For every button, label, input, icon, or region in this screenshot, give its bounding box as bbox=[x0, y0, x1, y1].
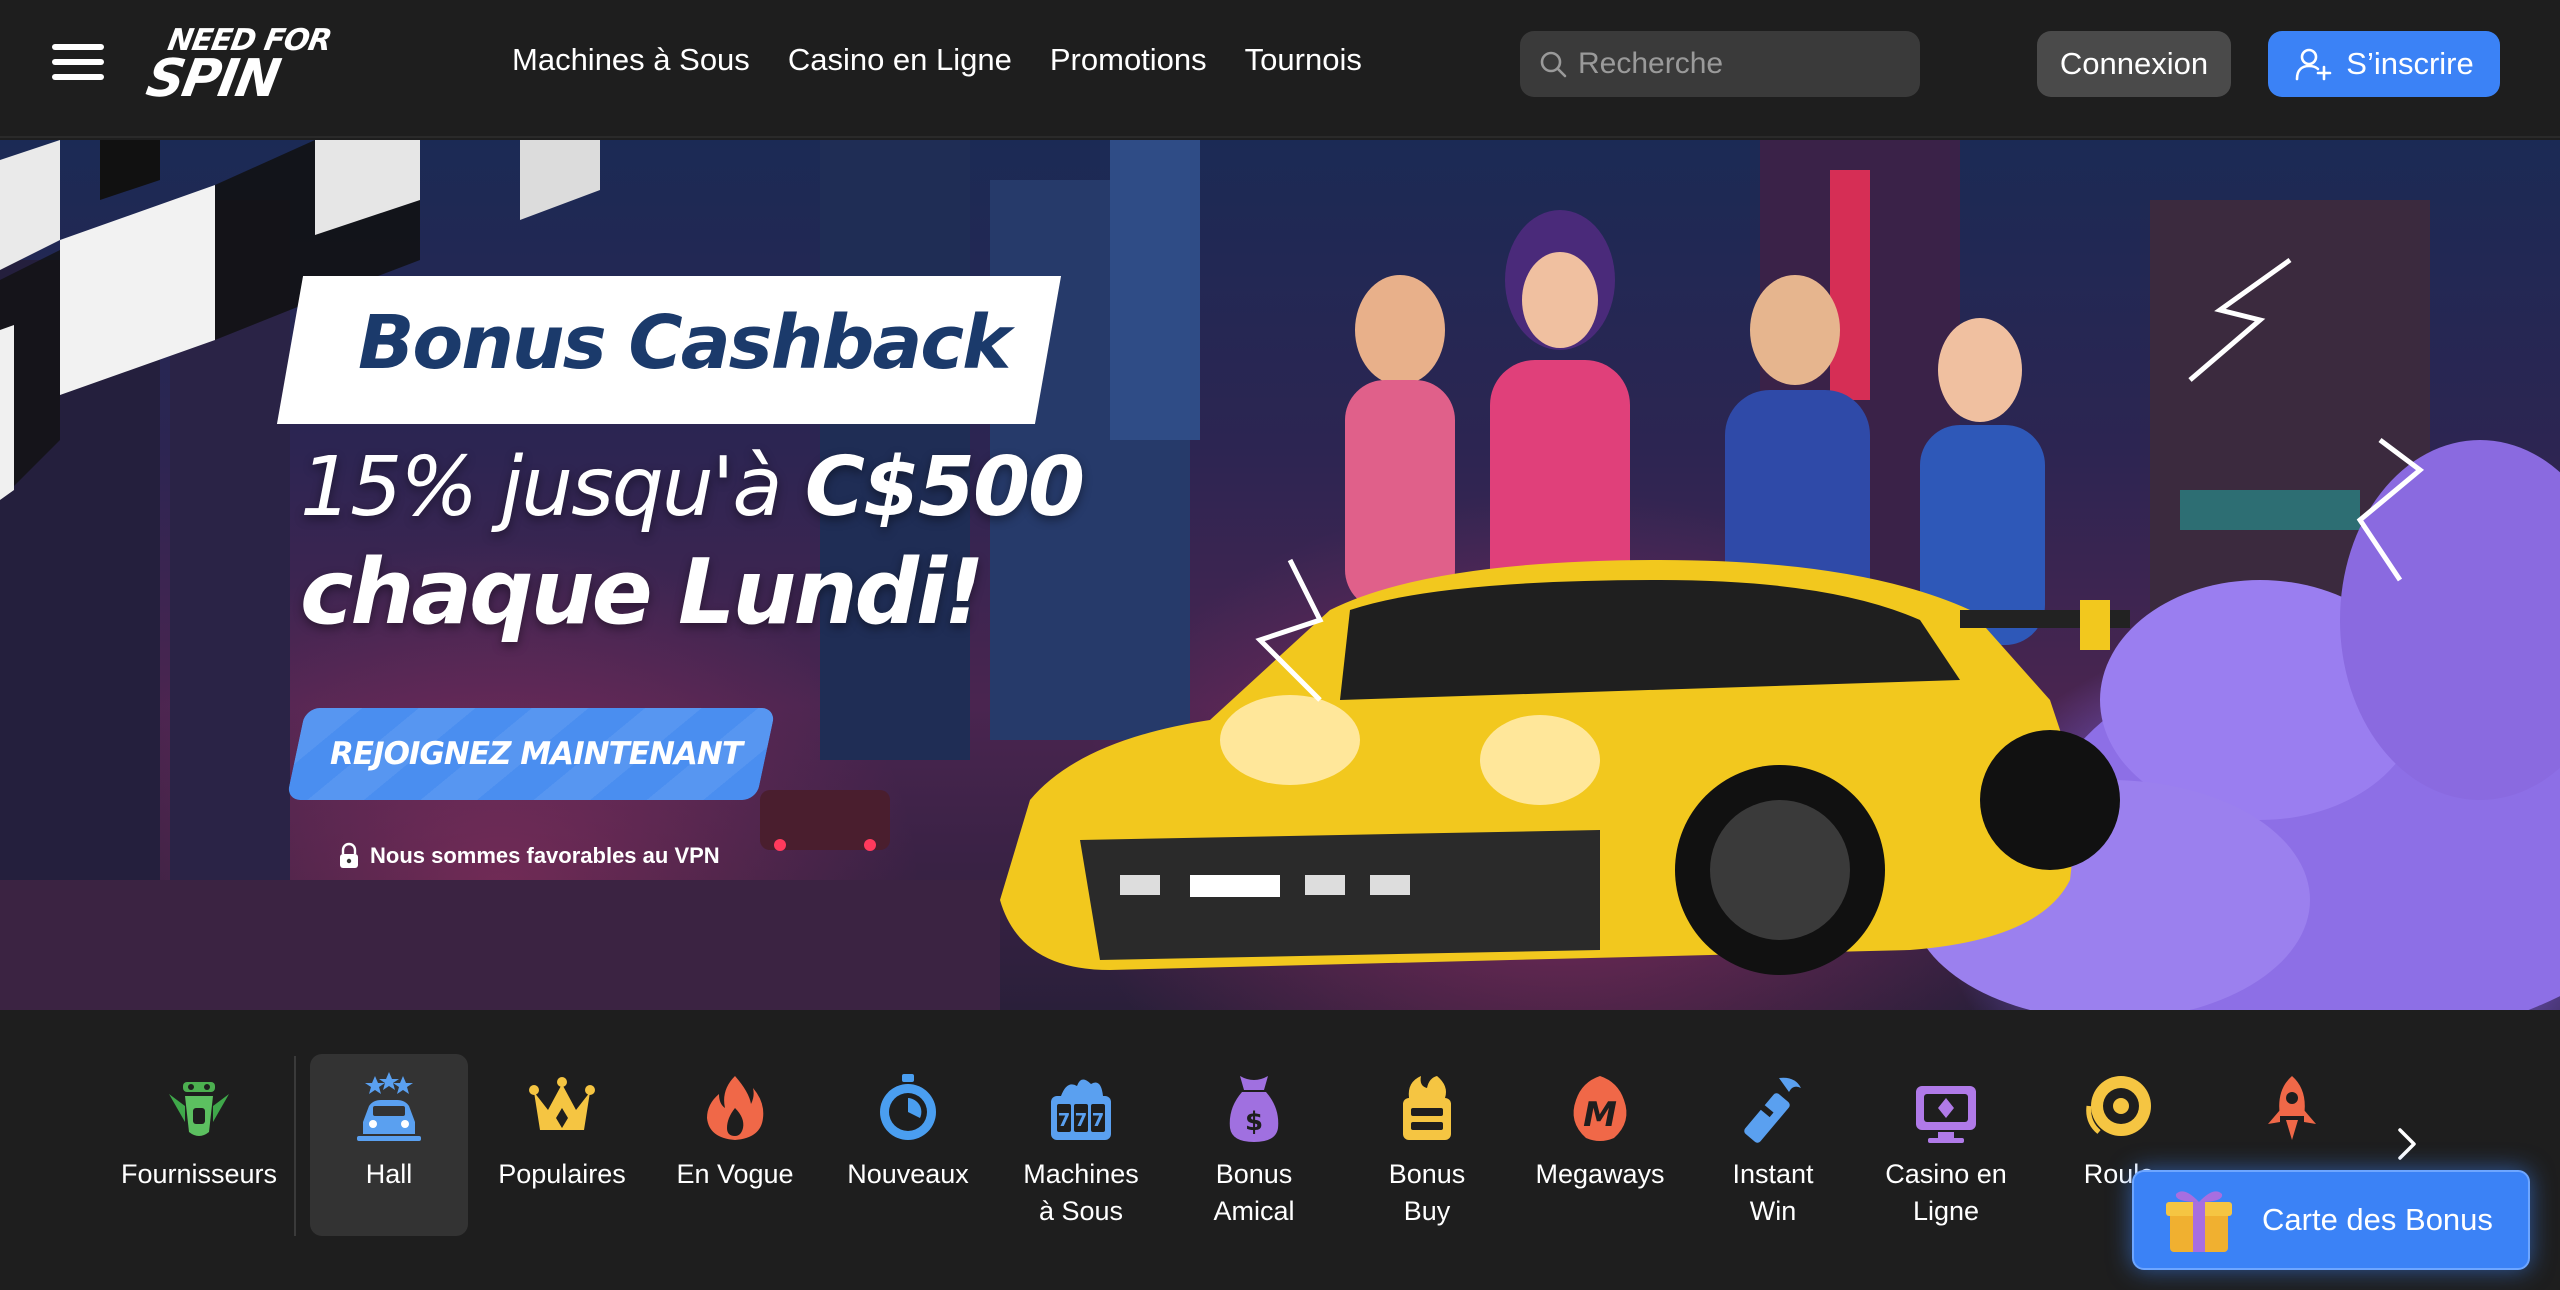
category-label: Machines à Sous bbox=[1023, 1159, 1139, 1226]
search-icon bbox=[1540, 51, 1567, 78]
category-instant-win[interactable]: Instant Win bbox=[1694, 1054, 1852, 1236]
add-user-icon bbox=[2295, 48, 2332, 81]
category-friendly-bonus[interactable]: $ Bonus Amical bbox=[1175, 1054, 1333, 1236]
category-label: Bonus Amical bbox=[1213, 1159, 1295, 1226]
stopwatch-icon bbox=[880, 1074, 936, 1140]
svg-text:$: $ bbox=[1245, 1107, 1263, 1137]
site-logo[interactable]: NEED FOR SPIN bbox=[142, 23, 356, 109]
category-label: Megaways bbox=[1535, 1159, 1665, 1189]
crown-icon bbox=[529, 1077, 595, 1130]
main-nav: Machines à Sous Casino en Ligne Promotio… bbox=[512, 42, 1362, 78]
search-box[interactable] bbox=[1520, 31, 1920, 97]
nav-link-slots[interactable]: Machines à Sous bbox=[512, 42, 750, 78]
hero-banner[interactable]: Bonus Cashback 15% jusqu'à C$500 chaque … bbox=[0, 140, 2560, 1010]
hall-car-icon bbox=[357, 1072, 421, 1141]
signup-label: S’inscrire bbox=[2346, 46, 2474, 81]
category-label: Casino en Ligne bbox=[1885, 1159, 2007, 1226]
hero-offer-percent: 15% jusqu'à bbox=[300, 440, 805, 535]
bonus-map-label: Carte des Bonus bbox=[2262, 1202, 2493, 1237]
slots-777-icon: 7 7 7 bbox=[1051, 1079, 1111, 1140]
search-input[interactable] bbox=[1578, 47, 1898, 81]
category-label: Nouveaux bbox=[847, 1159, 969, 1189]
gift-icon bbox=[2166, 1191, 2232, 1252]
vpn-note: Nous sommes favorables au VPN bbox=[338, 842, 720, 870]
category-label: Instant Win bbox=[1732, 1159, 1814, 1226]
providers-icon bbox=[169, 1082, 229, 1136]
login-button[interactable]: Connexion bbox=[2037, 31, 2231, 97]
logo-text-bottom: SPIN bbox=[142, 49, 284, 109]
roulette-wheel-icon bbox=[2086, 1076, 2151, 1136]
category-providers[interactable]: Fournisseurs bbox=[120, 1054, 278, 1236]
category-label: Hall bbox=[365, 1159, 413, 1189]
svg-text:M: M bbox=[1583, 1095, 1617, 1135]
category-label: Populaires bbox=[498, 1159, 626, 1189]
bonus-buy-icon bbox=[1403, 1076, 1451, 1140]
nav-link-tournaments[interactable]: Tournois bbox=[1245, 42, 1362, 78]
signup-button[interactable]: S’inscrire bbox=[2268, 31, 2500, 97]
category-bar: Fournisseurs Hall Populaires En Vogue No… bbox=[0, 1010, 2560, 1290]
category-label: Bonus Buy bbox=[1388, 1159, 1466, 1226]
category-bonus-buy[interactable]: Bonus Buy bbox=[1348, 1054, 1506, 1236]
bonus-bag-icon: $ bbox=[1229, 1076, 1279, 1142]
svg-text:7: 7 bbox=[1058, 1110, 1071, 1131]
join-now-button[interactable] bbox=[286, 708, 776, 800]
vpn-note-text: Nous sommes favorables au VPN bbox=[370, 843, 720, 868]
live-casino-icon bbox=[1916, 1086, 1976, 1143]
nav-link-online-casino[interactable]: Casino en Ligne bbox=[788, 42, 1012, 78]
sports-car-characters-illustration bbox=[1000, 210, 2560, 1010]
vpn-lock-icon bbox=[340, 842, 358, 868]
bonus-map-button[interactable]: Carte des Bonus bbox=[2132, 1170, 2530, 1270]
svg-text:7: 7 bbox=[1075, 1110, 1088, 1131]
site-header: NEED FOR SPIN Machines à Sous Casino en … bbox=[0, 0, 2560, 138]
menu-hamburger-icon[interactable] bbox=[52, 44, 104, 84]
category-label: En Vogue bbox=[676, 1159, 794, 1189]
category-new[interactable]: Nouveaux bbox=[829, 1054, 987, 1236]
megaways-icon: M bbox=[1573, 1076, 1627, 1141]
hero-offer-line2: chaque Lundi! bbox=[300, 540, 985, 645]
rocket-icon bbox=[2268, 1076, 2316, 1140]
category-label: Fournisseurs bbox=[120, 1159, 278, 1189]
category-popular[interactable]: Populaires bbox=[483, 1054, 641, 1236]
nav-link-promotions[interactable]: Promotions bbox=[1050, 42, 1207, 78]
category-hall[interactable]: Hall bbox=[310, 1054, 468, 1236]
hero-badge-title: Bonus Cashback bbox=[358, 300, 1011, 386]
category-slots[interactable]: 7 7 7 Machines à Sous bbox=[1002, 1054, 1160, 1236]
svg-text:7: 7 bbox=[1092, 1110, 1105, 1131]
instant-win-icon bbox=[1744, 1077, 1801, 1143]
category-trending[interactable]: En Vogue bbox=[656, 1054, 814, 1236]
category-megaways[interactable]: M Megaways bbox=[1521, 1054, 1679, 1236]
chevron-right-icon[interactable] bbox=[2392, 1124, 2422, 1164]
fire-icon bbox=[707, 1076, 764, 1140]
category-divider bbox=[294, 1056, 296, 1236]
category-live-casino[interactable]: Casino en Ligne bbox=[1867, 1054, 2025, 1236]
